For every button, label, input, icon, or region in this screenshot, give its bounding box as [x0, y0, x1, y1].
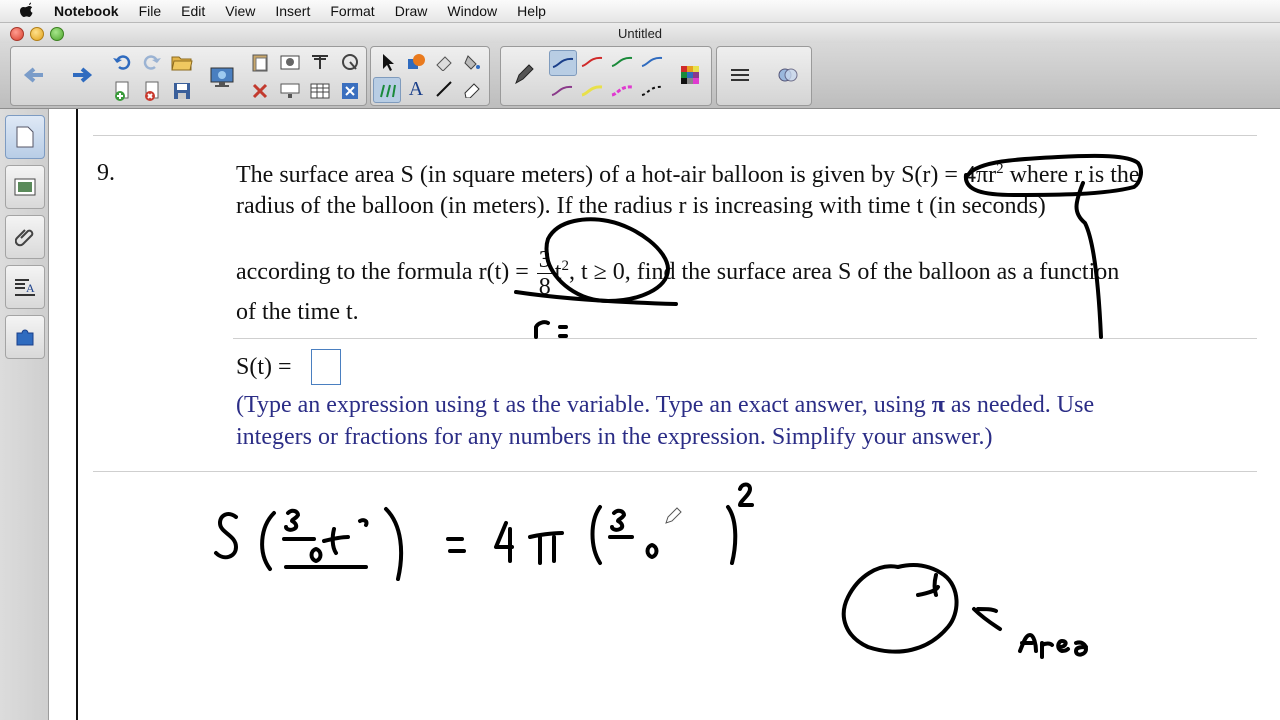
line-style-icon[interactable] [727, 63, 753, 87]
menu-format[interactable]: Format [320, 3, 384, 19]
close-window-button[interactable] [10, 27, 24, 41]
table-icon[interactable] [307, 79, 333, 103]
ink-exp-2 [738, 482, 754, 507]
paperclip-icon [15, 229, 34, 247]
redo-icon[interactable] [139, 50, 165, 74]
ink-frac-den-1 [309, 547, 323, 563]
line-icon[interactable] [431, 77, 457, 101]
toolbar-group-tools: A [370, 46, 490, 106]
side-tabs: A [0, 109, 49, 720]
pencil-cursor-icon [665, 507, 682, 524]
ink-frac-bar-1 [282, 537, 368, 569]
menu-view[interactable]: View [215, 3, 265, 19]
undo-icon[interactable] [109, 50, 135, 74]
pen-style-4-icon[interactable] [639, 50, 665, 74]
ink-area-word [1018, 633, 1088, 659]
eraser-icon[interactable] [459, 77, 485, 101]
ink-arrow-down [1074, 181, 1103, 339]
pen-style-7-icon[interactable] [609, 79, 635, 103]
svg-text:A: A [26, 281, 35, 295]
insert-table-tool-icon[interactable] [307, 50, 333, 74]
fill-icon[interactable] [459, 50, 485, 74]
page-sorter-tab[interactable] [5, 115, 45, 159]
toolbar-group-properties [716, 46, 812, 106]
ink-radius [916, 573, 940, 597]
apple-icon[interactable] [18, 2, 40, 20]
open-folder-icon[interactable] [169, 50, 195, 74]
screen-shade-icon[interactable] [277, 79, 303, 103]
pen-style-6-icon[interactable] [579, 79, 605, 103]
magic-pen-icon[interactable] [337, 50, 363, 74]
save-icon[interactable] [169, 79, 195, 103]
gallery-icon [14, 178, 36, 196]
close-box-icon[interactable] [337, 79, 363, 103]
insert-picture-icon[interactable] [277, 50, 303, 74]
pen-tool-icon[interactable] [373, 77, 401, 103]
forward-arrow-icon[interactable] [69, 63, 95, 87]
zoom-window-button[interactable] [50, 27, 64, 41]
ink-pi [528, 531, 564, 565]
eraser-fill-icon[interactable] [431, 50, 457, 74]
ink-t [322, 527, 350, 555]
addons-tab[interactable] [5, 315, 45, 359]
pen-style-2-icon[interactable] [579, 50, 605, 74]
ink-paren-open-2 [590, 505, 602, 565]
ink-arrow-area [972, 607, 1002, 631]
ink-paren-close-1 [384, 507, 404, 581]
toolbar-group-main [10, 46, 367, 106]
ink-circle-area [841, 563, 959, 654]
ink-t-exp [358, 518, 369, 527]
ink-frac-den-2 [645, 543, 659, 559]
pen-pencil-icon[interactable] [511, 63, 537, 87]
toolbar-group-pens [500, 46, 712, 106]
menu-file[interactable]: File [129, 3, 172, 19]
shape-icon[interactable] [403, 50, 429, 74]
menu-window[interactable]: Window [437, 3, 507, 19]
menu-draw[interactable]: Draw [385, 3, 438, 19]
page-icon [16, 126, 34, 148]
ink-circle-formula [963, 153, 1143, 197]
ink-4 [494, 521, 514, 563]
ink-r-equals [534, 320, 568, 339]
back-arrow-icon[interactable] [21, 63, 47, 87]
ink-paren-open-1 [260, 511, 276, 571]
paste-icon[interactable] [247, 50, 273, 74]
menu-app-notebook[interactable]: Notebook [54, 3, 129, 19]
menu-help[interactable]: Help [507, 3, 556, 19]
pen-style-3-icon[interactable] [609, 50, 635, 74]
add-page-icon[interactable] [109, 79, 135, 103]
color-palette-icon[interactable] [677, 63, 703, 87]
screen-capture-icon[interactable] [207, 65, 237, 89]
ink-frac-num-2 [610, 508, 626, 532]
text-icon[interactable]: A [403, 77, 429, 101]
window-titlebar: Untitled [0, 23, 1280, 43]
delete-icon[interactable] [247, 79, 273, 103]
ink-frac-num-1 [284, 508, 300, 532]
ink-layer [214, 153, 1143, 659]
puzzle-icon [16, 329, 34, 346]
attachments-tab[interactable] [5, 215, 45, 259]
ink-paren-close-2 [726, 505, 738, 565]
pen-style-8-icon[interactable] [639, 79, 665, 103]
whiteboard-canvas[interactable]: 9. The surface area S (in square meters)… [78, 109, 1280, 720]
properties-tab[interactable]: A [5, 265, 45, 309]
menu-bar: Notebook File Edit View Insert Format Dr… [0, 0, 1280, 23]
ink-equals [446, 537, 466, 553]
ink-circle-fraction [544, 217, 670, 303]
pen-style-5-icon[interactable] [549, 79, 575, 103]
minimize-window-button[interactable] [30, 27, 44, 41]
ink-S [214, 512, 238, 560]
toolbar: A [0, 43, 1280, 109]
pen-style-1-icon[interactable] [549, 50, 577, 76]
delete-page-icon[interactable] [139, 79, 165, 103]
transparency-icon[interactable] [775, 63, 801, 87]
select-arrow-icon[interactable] [375, 50, 401, 74]
menu-insert[interactable]: Insert [265, 3, 320, 19]
properties-icon: A [15, 279, 35, 296]
gallery-tab[interactable] [5, 165, 45, 209]
menu-edit[interactable]: Edit [171, 3, 215, 19]
window-title: Untitled [617, 25, 663, 41]
